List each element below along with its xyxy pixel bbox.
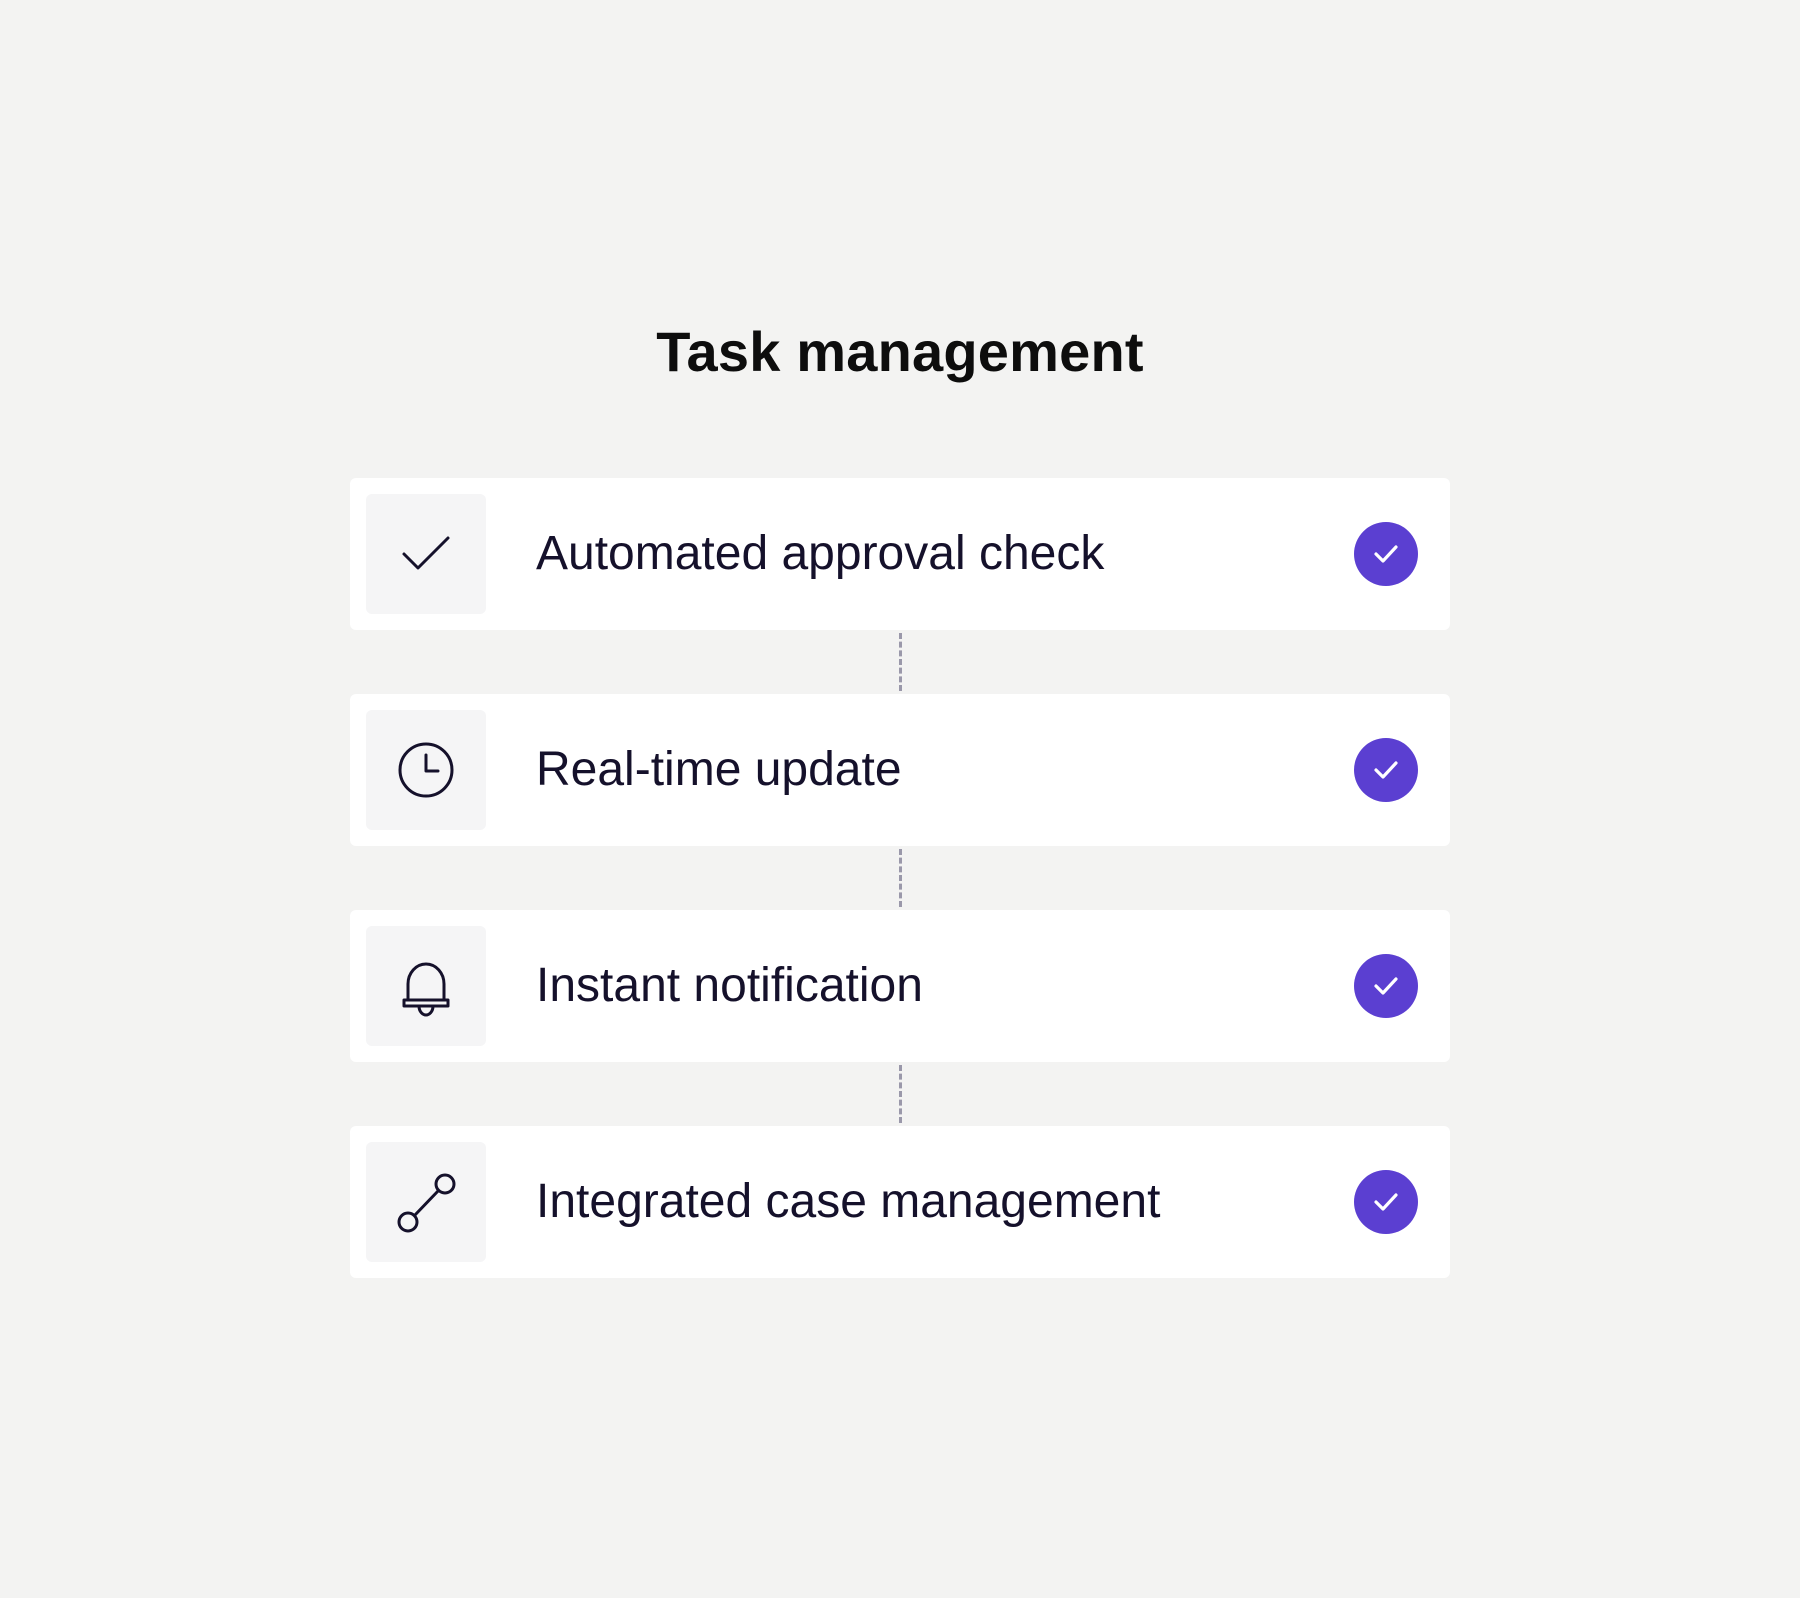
task-label: Instant notification (536, 959, 923, 1012)
task-label: Real-time update (536, 743, 902, 796)
task-icon-box (366, 494, 486, 614)
task-label: Automated approval check (536, 527, 1105, 580)
page-title: Task management (656, 320, 1144, 383)
completed-check-icon (1354, 1170, 1418, 1234)
task-icon-box (366, 710, 486, 830)
clock-icon (398, 742, 454, 798)
task-icon-box (366, 1142, 486, 1262)
task-item-real-time-update[interactable]: Real-time update (350, 694, 1450, 846)
completed-check-icon (1354, 954, 1418, 1018)
connection-icon (397, 1173, 456, 1233)
task-label: Integrated case management (536, 1175, 1161, 1228)
task-icon-box (366, 926, 486, 1046)
task-item-integrated-case-management[interactable]: Integrated case management (350, 1126, 1450, 1278)
task-list: Automated approval check Real-time updat… (350, 478, 1450, 1278)
task-item-automated-approval-check[interactable]: Automated approval check (350, 478, 1450, 630)
check-icon (402, 536, 450, 570)
completed-check-icon (1354, 522, 1418, 586)
dashed-connector (350, 846, 1450, 910)
completed-check-icon (1354, 738, 1418, 802)
task-item-instant-notification[interactable]: Instant notification (350, 910, 1450, 1062)
dashed-connector (350, 630, 1450, 694)
dashed-connector (350, 1062, 1450, 1126)
bell-icon (402, 962, 450, 1017)
